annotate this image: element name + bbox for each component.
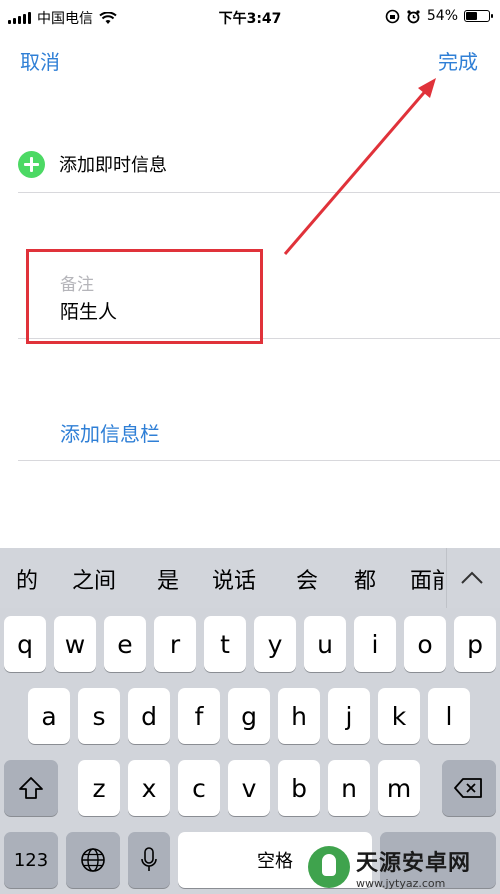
add-im-row[interactable]: 添加即时信息 — [18, 148, 167, 180]
candidate-word[interactable]: 说话 — [212, 563, 256, 595]
key-e[interactable]: e — [104, 616, 146, 672]
key-l[interactable]: l — [428, 688, 470, 744]
annotation-highlight-box — [26, 249, 263, 344]
key-j[interactable]: j — [328, 688, 370, 744]
candidate-word[interactable]: 面前 — [410, 563, 444, 595]
cancel-button[interactable]: 取消 — [20, 46, 60, 75]
key-w[interactable]: w — [54, 616, 96, 672]
key-h[interactable]: h — [278, 688, 320, 744]
key-p[interactable]: p — [454, 616, 496, 672]
done-button[interactable]: 完成 — [438, 46, 478, 75]
watermark: 天源安卓网 www.jytyaz.com — [308, 840, 500, 894]
key-z[interactable]: z — [78, 760, 120, 816]
key-m[interactable]: m — [378, 760, 420, 816]
key-x[interactable]: x — [128, 760, 170, 816]
candidate-bar: 的 之间 是 说话 会 都 面前 — [0, 548, 500, 608]
key-v[interactable]: v — [228, 760, 270, 816]
shift-key[interactable] — [4, 760, 58, 816]
key-k[interactable]: k — [378, 688, 420, 744]
key-o[interactable]: o — [404, 616, 446, 672]
key-q[interactable]: q — [4, 616, 46, 672]
add-plus-icon[interactable] — [18, 150, 45, 178]
candidate-word[interactable]: 都 — [354, 563, 376, 595]
alarm-icon — [407, 9, 420, 23]
divider — [18, 192, 500, 193]
status-bar: 中国电信 下午3:47 54% — [0, 0, 500, 34]
globe-icon — [81, 848, 105, 872]
key-a[interactable]: a — [28, 688, 70, 744]
microphone-key[interactable] — [128, 832, 170, 888]
expand-candidates-icon[interactable] — [459, 568, 485, 588]
candidate-word[interactable]: 之间 — [72, 563, 116, 595]
add-im-label: 添加即时信息 — [59, 155, 167, 176]
globe-key[interactable] — [66, 832, 120, 888]
battery-icon — [464, 10, 493, 22]
candidate-divider — [446, 548, 447, 608]
key-u[interactable]: u — [304, 616, 346, 672]
candidate-word[interactable]: 的 — [16, 563, 38, 595]
key-f[interactable]: f — [178, 688, 220, 744]
numbers-key[interactable]: 123 — [4, 832, 58, 888]
key-c[interactable]: c — [178, 760, 220, 816]
candidate-word[interactable]: 是 — [157, 563, 179, 595]
backspace-icon — [454, 778, 482, 798]
add-field-button[interactable]: 添加信息栏 — [60, 418, 160, 447]
watermark-logo-icon — [308, 846, 350, 888]
divider — [18, 460, 500, 461]
orientation-lock-icon — [385, 9, 400, 23]
backspace-key[interactable] — [442, 760, 496, 816]
key-g[interactable]: g — [228, 688, 270, 744]
key-y[interactable]: y — [254, 616, 296, 672]
battery-level — [466, 12, 478, 20]
battery-percent: 54% — [426, 8, 458, 24]
key-i[interactable]: i — [354, 616, 396, 672]
key-r[interactable]: r — [154, 616, 196, 672]
key-n[interactable]: n — [328, 760, 370, 816]
watermark-text: 天源安卓网 www.jytyaz.com — [356, 845, 471, 890]
key-s[interactable]: s — [78, 688, 120, 744]
microphone-icon — [141, 847, 157, 871]
shift-icon — [19, 777, 43, 799]
watermark-title: 天源安卓网 — [356, 850, 472, 876]
key-t[interactable]: t — [204, 616, 246, 672]
status-right: 54% — [385, 8, 493, 24]
key-d[interactable]: d — [128, 688, 170, 744]
key-b[interactable]: b — [278, 760, 320, 816]
candidate-word[interactable]: 会 — [296, 563, 318, 595]
watermark-url: www.jytyaz.com — [356, 876, 446, 890]
